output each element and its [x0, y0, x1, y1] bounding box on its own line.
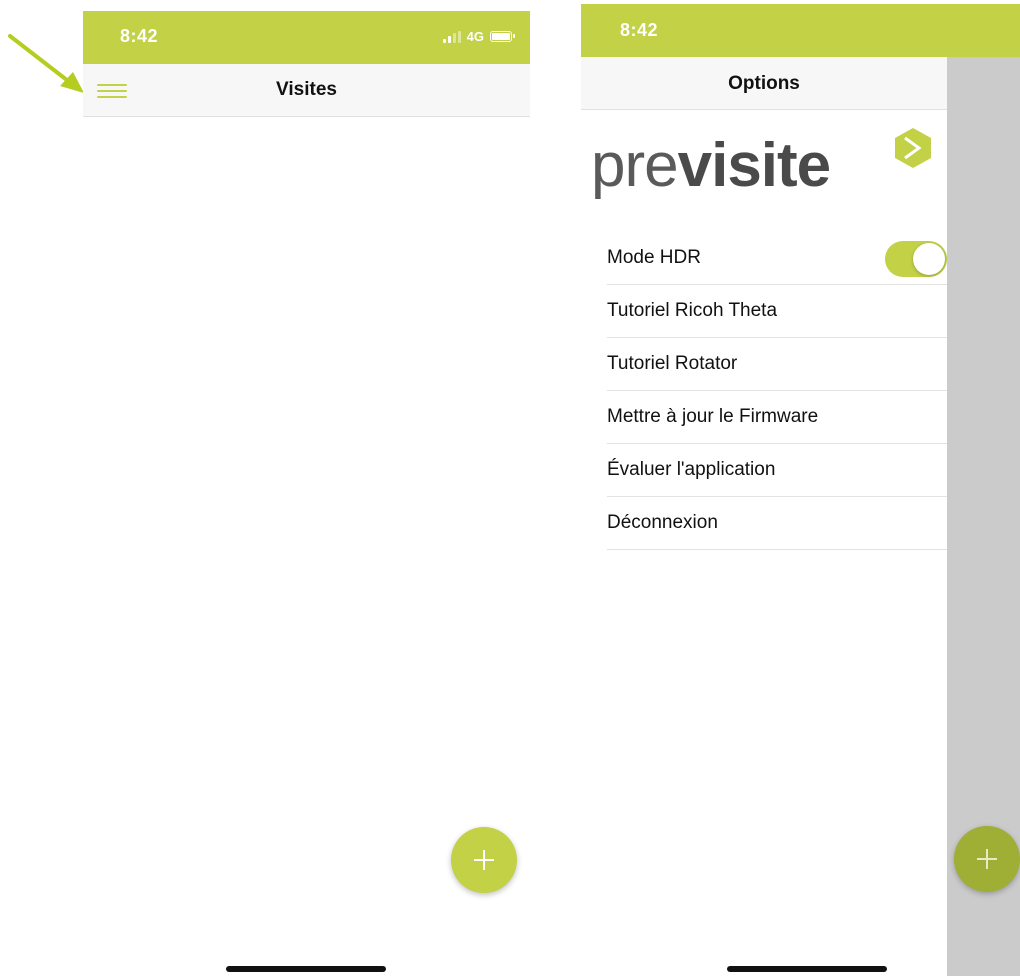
previsite-logo: previsite [591, 128, 941, 220]
home-indicator [226, 966, 386, 972]
option-ricoh-tutorial[interactable]: Tutoriel Ricoh Theta [607, 285, 947, 338]
plus-icon [474, 850, 494, 870]
plus-icon [977, 849, 997, 869]
option-update-firmware[interactable]: Mettre à jour le Firmware [607, 391, 947, 444]
network-label: 4G [466, 29, 484, 44]
battery-icon [490, 31, 515, 42]
add-visit-button[interactable] [954, 826, 1020, 892]
option-label: Tutoriel Ricoh Theta [607, 300, 778, 321]
option-rotator-tutorial[interactable]: Tutoriel Rotator [607, 338, 947, 391]
status-time: 8:42 [120, 26, 159, 46]
options-screen: 8:42 4G Options previsite Mode HDR Tutor… [581, 0, 1020, 976]
home-indicator [727, 966, 887, 972]
logo-hexagon-icon [895, 128, 931, 168]
option-label: Tutoriel Rotator [607, 353, 738, 374]
logo-wordmark: previsite [591, 130, 832, 201]
status-bar: 8:42 4G [83, 11, 530, 64]
visites-screen: 8:42 4G Visites [83, 0, 530, 976]
option-label: Mode HDR [607, 247, 701, 268]
dimmed-status-overlay [947, 4, 1020, 57]
option-logout[interactable]: Déconnexion [607, 497, 947, 550]
page-title: Visites [276, 79, 337, 100]
annotation-arrow-icon [8, 34, 84, 93]
status-time: 8:42 [620, 20, 659, 40]
option-label: Mettre à jour le Firmware [607, 406, 819, 427]
logo-bold-part: visite [677, 131, 832, 200]
option-hdr-mode[interactable]: Mode HDR [607, 232, 947, 285]
options-list: Mode HDR Tutoriel Ricoh Theta Tutoriel R… [607, 232, 947, 550]
status-indicators: 4G [442, 29, 515, 44]
option-label: Déconnexion [607, 512, 718, 533]
signal-icon [442, 30, 461, 43]
option-rate-app[interactable]: Évaluer l'application [607, 444, 947, 497]
options-title: Options [728, 73, 800, 94]
hdr-toggle[interactable] [885, 241, 947, 277]
logo-light-part: pre [591, 131, 679, 200]
add-visit-button[interactable] [451, 827, 517, 893]
option-label: Évaluer l'application [607, 459, 776, 480]
nav-bar: Visites [83, 64, 530, 117]
